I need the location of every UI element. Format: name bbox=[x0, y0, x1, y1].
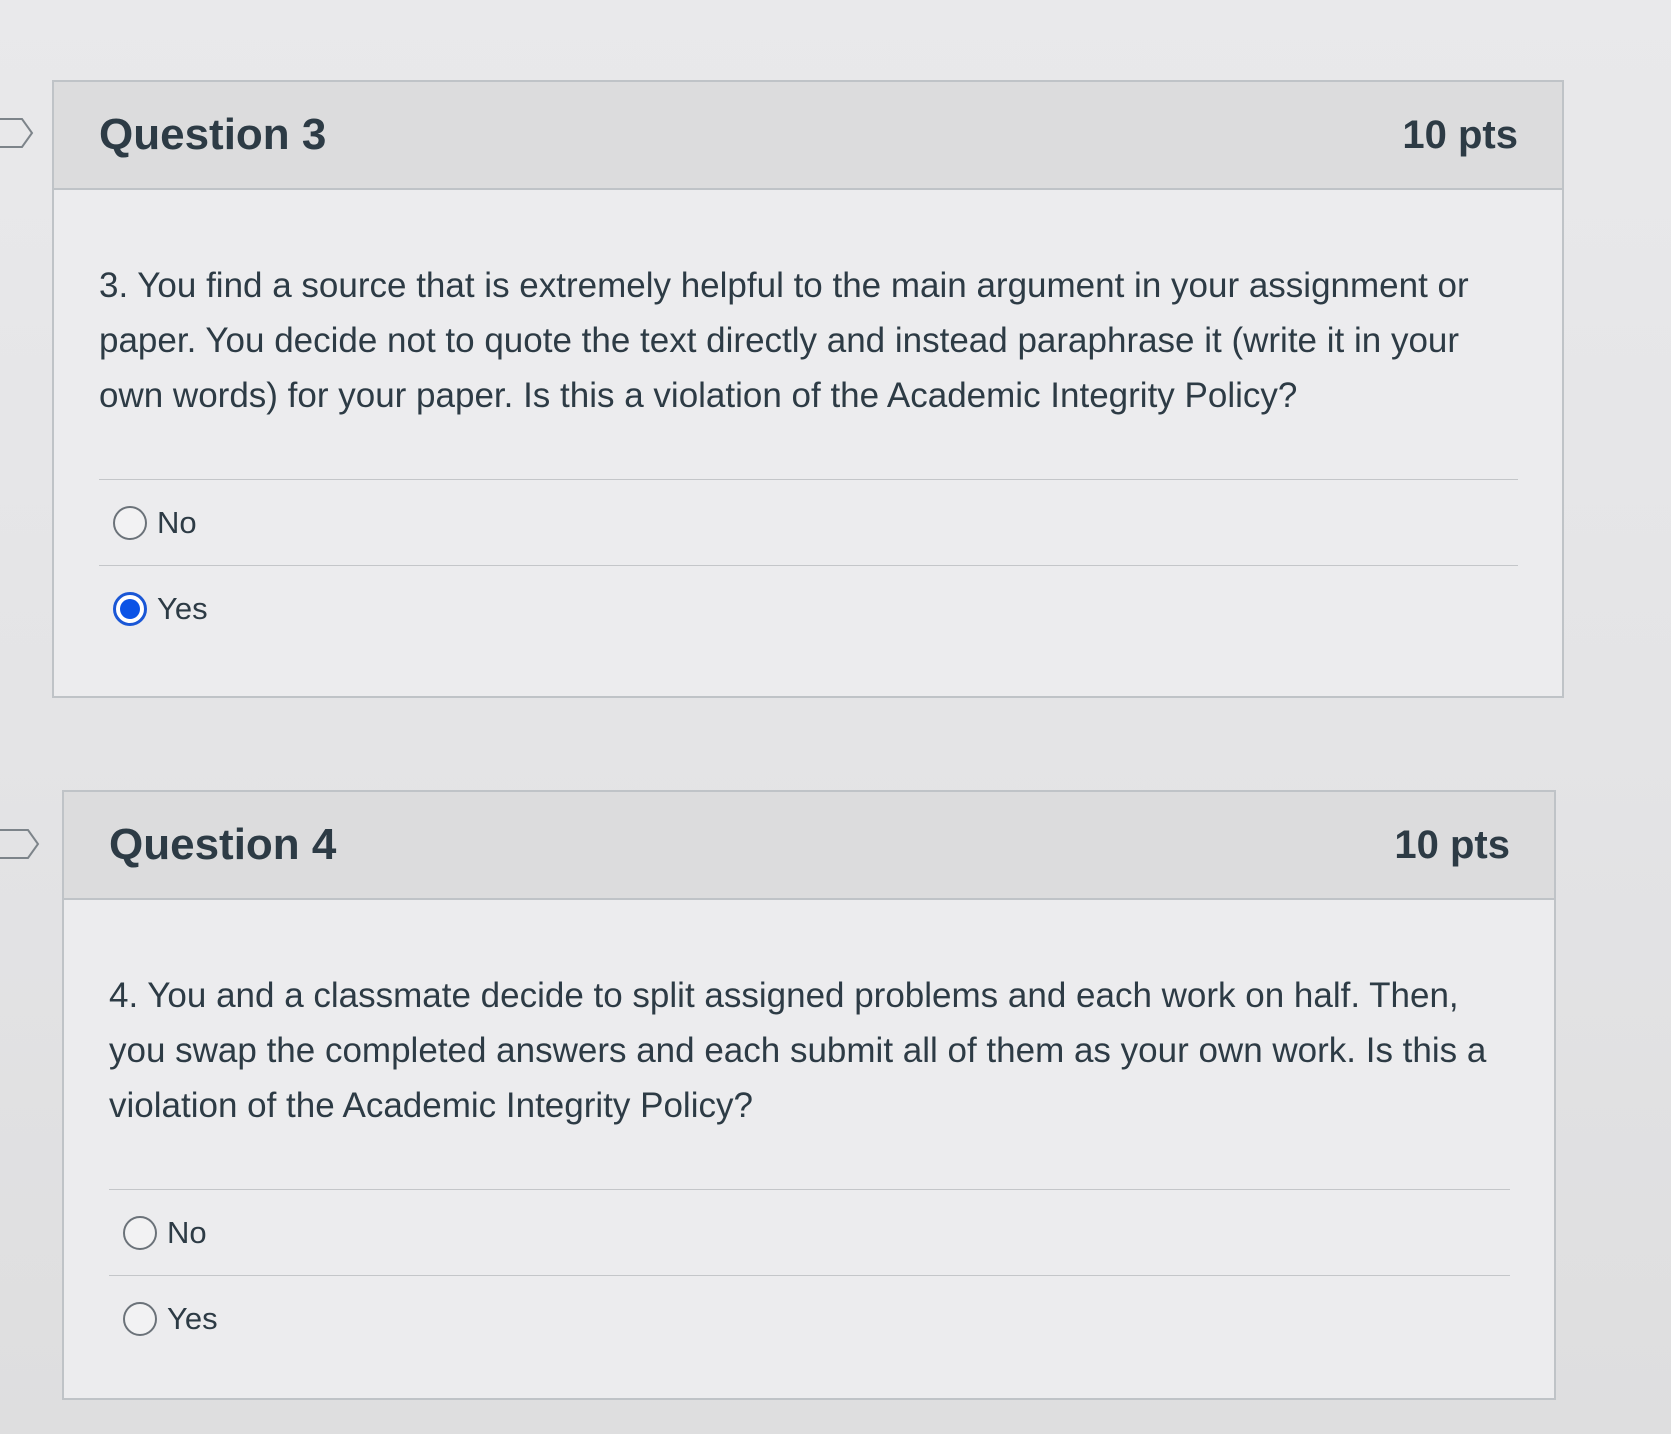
answer-option-no[interactable]: No bbox=[109, 1189, 1510, 1275]
question-points: 10 pts bbox=[1402, 112, 1518, 157]
quiz-page: Question 3 10 pts 3. You find a source t… bbox=[0, 0, 1671, 1434]
answer-label[interactable]: Yes bbox=[157, 591, 208, 627]
question-body: 3. You find a source that is extremely h… bbox=[54, 190, 1562, 651]
answer-list: No Yes bbox=[99, 479, 1518, 651]
answer-option-yes[interactable]: Yes bbox=[109, 1275, 1510, 1361]
radio-button-icon[interactable] bbox=[113, 505, 147, 540]
question-4-card: Question 4 10 pts 4. You and a classmate… bbox=[62, 790, 1556, 1400]
answer-label[interactable]: No bbox=[157, 505, 197, 541]
radio-dot-icon bbox=[120, 598, 140, 619]
radio-button-icon[interactable] bbox=[123, 1215, 157, 1250]
answer-list: No Yes bbox=[109, 1189, 1510, 1361]
question-text: 4. You and a classmate decide to split a… bbox=[109, 976, 1487, 1125]
question-text: 3. You find a source that is extremely h… bbox=[99, 266, 1469, 415]
question-header: Question 3 10 pts bbox=[54, 82, 1562, 190]
answer-label[interactable]: No bbox=[167, 1215, 207, 1251]
radio-button-selected-icon[interactable] bbox=[113, 591, 147, 626]
question-title: Question 3 bbox=[99, 110, 327, 159]
radio-button-icon[interactable] bbox=[123, 1301, 157, 1336]
answer-option-yes[interactable]: Yes bbox=[99, 565, 1518, 651]
question-points: 10 pts bbox=[1394, 822, 1510, 867]
question-title: Question 4 bbox=[109, 820, 337, 869]
answer-label[interactable]: Yes bbox=[167, 1301, 218, 1337]
flag-question-icon[interactable] bbox=[0, 829, 40, 859]
question-body: 4. You and a classmate decide to split a… bbox=[64, 900, 1554, 1361]
flag-question-icon[interactable] bbox=[0, 118, 34, 148]
question-3-card: Question 3 10 pts 3. You find a source t… bbox=[52, 80, 1564, 698]
question-header: Question 4 10 pts bbox=[64, 792, 1554, 900]
answer-option-no[interactable]: No bbox=[99, 479, 1518, 565]
